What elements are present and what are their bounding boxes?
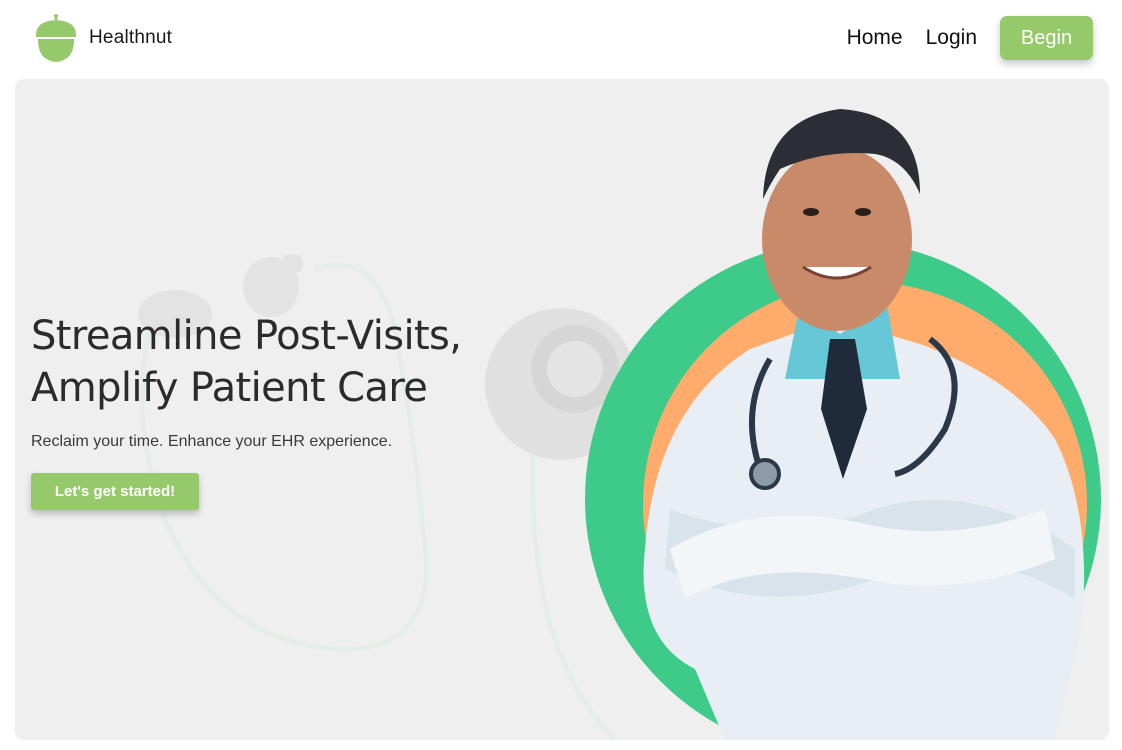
hero-subtitle: Reclaim your time. Enhance your EHR expe… — [31, 433, 393, 450]
hero-title-line-1: Streamline Post-Visits, — [31, 313, 462, 359]
hero-title-line-2: Amplify Patient Care — [31, 365, 428, 411]
doctor-portrait-image — [585, 109, 1101, 740]
main-nav: Home Login Begin — [847, 16, 1093, 60]
hero-title: Streamline Post-Visits, Amplify Patient … — [31, 310, 551, 414]
acorn-icon — [36, 14, 76, 62]
site-header: Healthnut Home Login Begin — [0, 0, 1122, 78]
brand-name: Healthnut — [89, 27, 173, 48]
get-started-button[interactable]: Let's get started! — [31, 473, 199, 510]
begin-button[interactable]: Begin — [1000, 16, 1093, 60]
nav-home-link[interactable]: Home — [847, 26, 903, 50]
brand[interactable]: Healthnut — [33, 13, 172, 63]
hero-section: Streamline Post-Visits, Amplify Patient … — [15, 79, 1109, 740]
nav-login-link[interactable]: Login — [926, 26, 977, 50]
